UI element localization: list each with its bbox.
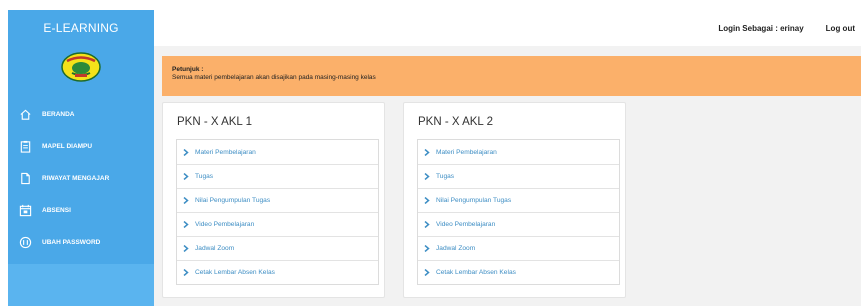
lock-icon [18,235,32,249]
class-link-materi[interactable]: Materi Pembelajaran [418,140,619,164]
class-link-label: Materi Pembelajaran [436,148,497,156]
logout-link[interactable]: Log out [826,24,855,33]
class-link-materi[interactable]: Materi Pembelajaran [177,140,378,164]
sidebar-item-riwayat-mengajar[interactable]: RIWAYAT MENGAJAR [8,162,154,194]
chevron-right-icon [183,173,191,180]
clipboard-icon [18,139,32,153]
sidebar-item-label: UBAH PASSWORD [42,238,101,246]
class-link-tugas[interactable]: Tugas [418,164,619,188]
chevron-right-icon [424,269,432,276]
class-link-video[interactable]: Video Pembelajaran [177,212,378,236]
class-link-label: Video Pembelajaran [436,221,496,228]
class-card-title: PKN - X AKL 1 [177,116,252,128]
main-content: Login Sebagai : erinay Log out Petunjuk … [154,10,861,306]
class-link-label: Jadwal Zoom [436,245,476,252]
class-link-label: Cetak Lembar Absen Kelas [195,269,275,276]
sidebar-item-label: MAPEL DIAMPU [42,142,93,150]
class-link-video[interactable]: Video Pembelajaran [418,212,619,236]
chevron-right-icon [424,148,432,156]
sidebar-menu: BERANDA MAPEL DIAMPU RIWAYAT MENGAJAR AB… [8,98,154,258]
chevron-right-icon [424,245,432,252]
document-icon [18,171,32,185]
notice-message: Semua materi pembelajaran akan disajikan… [172,74,376,81]
sidebar-item-mapel-diampu[interactable]: MAPEL DIAMPU [8,130,154,162]
chevron-right-icon [424,197,432,204]
sidebar-item-label: ABSENSI [42,206,71,214]
class-link-list: Materi Pembelajaran Tugas Nilai Pengumpu… [417,139,620,285]
class-link-label: Tugas [195,173,214,180]
class-link-zoom[interactable]: Jadwal Zoom [418,236,619,260]
login-status: Login Sebagai : erinay [718,23,804,33]
class-link-label: Materi Pembelajaran [195,148,256,156]
class-card: PKN - X AKL 1 Materi Pembelajaran Tugas … [162,102,385,298]
class-link-absen[interactable]: Cetak Lembar Absen Kelas [177,260,378,284]
school-emblem-logo [61,52,101,82]
sidebar: E-LEARNING BERANDA MAPEL DIAMPU RIWAYAT … [8,10,154,306]
class-link-tugas[interactable]: Tugas [177,164,378,188]
sidebar-item-ubah-password[interactable]: UBAH PASSWORD [8,226,154,258]
class-link-label: Video Pembelajaran [195,221,255,228]
chevron-right-icon [183,197,191,204]
brand-title: E-LEARNING [43,21,119,35]
top-bar: Login Sebagai : erinay Log out [154,10,861,46]
chevron-right-icon [183,148,191,156]
sidebar-footer [8,264,154,306]
class-link-label: Cetak Lembar Absen Kelas [436,269,516,276]
class-link-nilai[interactable]: Nilai Pengumpulan Tugas [177,188,378,212]
sidebar-item-label: RIWAYAT MENGAJAR [42,174,110,182]
class-link-absen[interactable]: Cetak Lembar Absen Kelas [418,260,619,284]
class-link-nilai[interactable]: Nilai Pengumpulan Tugas [418,188,619,212]
home-icon [18,107,32,121]
sidebar-item-absensi[interactable]: ABSENSI [8,194,154,226]
class-link-label: Nilai Pengumpulan Tugas [436,197,512,204]
class-link-list: Materi Pembelajaran Tugas Nilai Pengumpu… [176,139,379,285]
sidebar-item-label: BERANDA [42,110,75,118]
class-card-title: PKN - X AKL 2 [418,116,493,128]
class-link-zoom[interactable]: Jadwal Zoom [177,236,378,260]
chevron-right-icon [183,245,191,252]
notice-banner: Petunjuk : Semua materi pembelajaran aka… [162,56,861,96]
notice-title: Petunjuk : [172,66,204,73]
class-card: PKN - X AKL 2 Materi Pembelajaran Tugas … [403,102,626,298]
chevron-right-icon [424,221,432,228]
chevron-right-icon [183,269,191,276]
class-link-label: Tugas [436,173,455,180]
class-link-label: Nilai Pengumpulan Tugas [195,197,271,204]
class-link-label: Jadwal Zoom [195,245,235,252]
calendar-icon [18,203,32,217]
school-logo [8,46,154,88]
sidebar-item-beranda[interactable]: BERANDA [8,98,154,130]
chevron-right-icon [183,221,191,228]
chevron-right-icon [424,173,432,180]
